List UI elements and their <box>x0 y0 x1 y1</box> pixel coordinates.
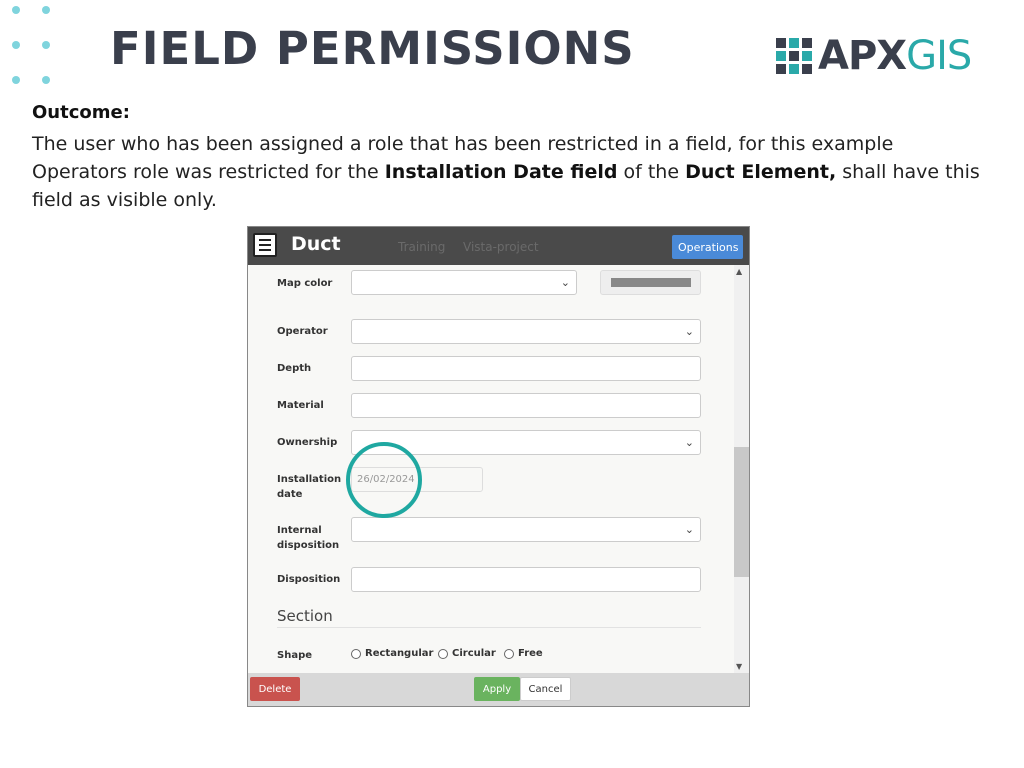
duct-dialog: Duct Training Vista-project Operations M… <box>247 226 750 707</box>
background-tab-training: Training <box>398 240 446 254</box>
ownership-select[interactable]: ⌄ <box>351 430 701 455</box>
scroll-up-icon[interactable]: ▲ <box>736 267 742 276</box>
slide-title: FIELD PERMISSIONS <box>110 22 635 75</box>
radio-icon[interactable] <box>504 648 514 659</box>
scroll-down-icon[interactable]: ▼ <box>736 662 742 671</box>
color-swatch[interactable] <box>600 270 701 295</box>
chevron-down-icon: ⌄ <box>684 523 694 536</box>
material-input[interactable] <box>351 393 701 418</box>
decor-dot <box>42 6 50 14</box>
form-scrollbar[interactable]: ▲ ▼ <box>734 265 749 673</box>
duct-form: Map color ⌄ Operator ⌄ Depth Material Ow… <box>248 265 734 673</box>
outcome-description: The user who has been assigned a role th… <box>32 130 992 214</box>
list-icon[interactable] <box>253 233 277 257</box>
label-shape: Shape <box>277 650 313 661</box>
dialog-title: Duct <box>291 233 341 255</box>
chevron-down-icon: ⌄ <box>684 436 694 449</box>
decor-dot <box>12 41 20 49</box>
internal-disposition-select[interactable]: ⌄ <box>351 517 701 542</box>
label-ownership: Ownership <box>277 437 338 448</box>
installation-date-field: 26/02/2024 <box>351 467 483 492</box>
dialog-header: Duct Training Vista-project Operations <box>248 227 749 265</box>
outcome-label: Outcome: <box>32 102 130 123</box>
label-line: date <box>277 489 303 500</box>
label-internal-disposition: Internal disposition <box>277 523 339 553</box>
background-tab-project: Vista-project <box>463 240 539 254</box>
chevron-down-icon: ⌄ <box>560 276 570 289</box>
decor-dot <box>42 41 50 49</box>
dialog-footer: Delete Apply Cancel <box>248 673 749 706</box>
decor-dot <box>12 76 20 84</box>
shape-option-label: Free <box>518 648 543 659</box>
logo-gis: GIS <box>906 33 972 79</box>
label-installation-date: Installation date <box>277 472 341 502</box>
delete-button[interactable]: Delete <box>250 677 300 701</box>
desc-bold-element: Duct Element, <box>685 161 837 183</box>
depth-input[interactable] <box>351 356 701 381</box>
label-disposition: Disposition <box>277 574 341 585</box>
shape-option-label: Circular <box>452 648 496 659</box>
logo-grid-icon <box>776 38 812 74</box>
shape-option-free[interactable]: Free <box>504 648 543 659</box>
shape-option-rectangular[interactable]: Rectangular <box>351 648 433 659</box>
label-line: Installation <box>277 474 342 485</box>
disposition-input[interactable] <box>351 567 701 592</box>
map-color-select[interactable]: ⌄ <box>351 270 577 295</box>
label-depth: Depth <box>277 363 312 374</box>
scroll-thumb[interactable] <box>734 447 749 577</box>
shape-option-label: Rectangular <box>365 648 434 659</box>
apxgis-logo: APXGIS <box>776 33 972 79</box>
label-line: disposition <box>277 540 340 551</box>
logo-text: APXGIS <box>818 33 972 79</box>
apply-button[interactable]: Apply <box>474 677 520 701</box>
label-operator: Operator <box>277 326 328 337</box>
label-material: Material <box>277 400 324 411</box>
label-map-color: Map color <box>277 278 333 289</box>
desc-bold-field: Installation Date field <box>384 161 618 183</box>
decor-dot <box>12 6 20 14</box>
chevron-down-icon: ⌄ <box>684 325 694 338</box>
label-line: Internal <box>277 525 322 536</box>
shape-option-circular[interactable]: Circular <box>438 648 496 659</box>
desc-text: of the <box>617 161 686 183</box>
radio-icon[interactable] <box>351 648 361 659</box>
radio-icon[interactable] <box>438 648 448 659</box>
cancel-button[interactable]: Cancel <box>520 677 571 701</box>
logo-apx: APX <box>818 33 907 79</box>
operator-select[interactable]: ⌄ <box>351 319 701 344</box>
section-divider <box>277 627 701 628</box>
section-header: Section <box>277 607 333 625</box>
decor-dot <box>42 76 50 84</box>
operations-button[interactable]: Operations <box>672 235 743 259</box>
